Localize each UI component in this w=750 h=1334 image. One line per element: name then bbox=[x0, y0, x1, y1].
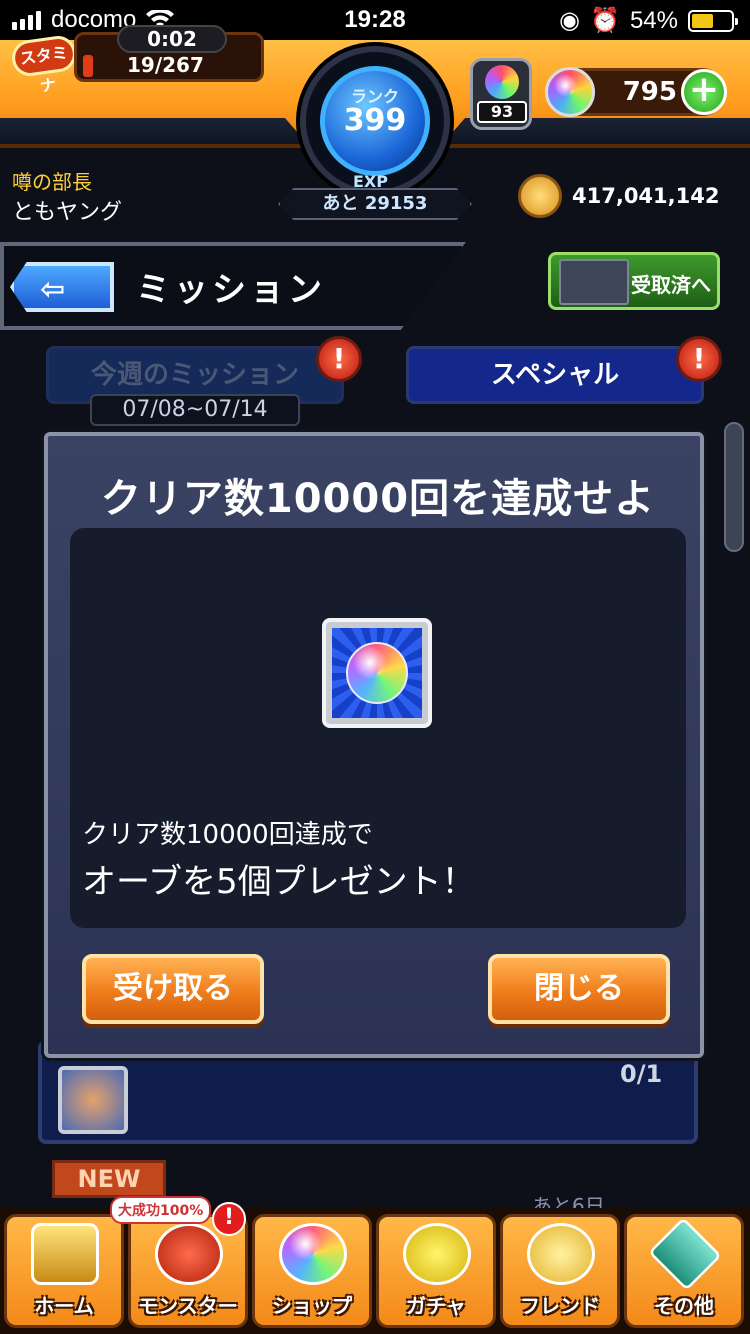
nav-other-label: その他 bbox=[654, 1294, 714, 1318]
other-icon bbox=[648, 1217, 722, 1291]
dialog-title: クリア数10000回を達成せよ bbox=[100, 476, 656, 522]
speed-orb-icon bbox=[485, 65, 519, 99]
friend-icon bbox=[527, 1223, 595, 1285]
mission-progress: 0/1 bbox=[620, 1060, 663, 1088]
add-orb-button[interactable]: + bbox=[681, 69, 727, 115]
stamina-bar bbox=[83, 55, 93, 77]
rank-orb: ランク 399 bbox=[320, 66, 430, 176]
book-icon bbox=[559, 259, 629, 305]
received-label: 受取済へ bbox=[631, 273, 711, 297]
reward-icon-frame bbox=[322, 618, 432, 728]
stamina-timer: 0:02 bbox=[117, 25, 227, 53]
tab-special[interactable]: スペシャル bbox=[406, 346, 704, 404]
nav-home-label: ホーム bbox=[34, 1294, 94, 1318]
scrollbar[interactable] bbox=[724, 422, 744, 552]
page-title: ミッション bbox=[136, 270, 326, 310]
home-icon bbox=[31, 1223, 99, 1285]
receive-button[interactable]: 受け取る bbox=[82, 954, 264, 1024]
speed-level: 93 bbox=[477, 101, 527, 123]
nav-friend-label: フレンド bbox=[520, 1294, 600, 1318]
date-range: 07/08~07/14 bbox=[90, 394, 300, 426]
dialog-reward-text: オーブを5個プレゼント！ bbox=[82, 862, 476, 902]
coin-icon bbox=[518, 174, 562, 218]
gacha-egg-icon bbox=[403, 1223, 471, 1285]
nav-shop[interactable]: ショップ bbox=[252, 1214, 372, 1328]
received-button[interactable]: 受取済へ bbox=[548, 252, 720, 310]
player-name: ともヤング bbox=[12, 200, 123, 225]
orb-icon bbox=[346, 642, 408, 704]
orb-icon bbox=[545, 67, 595, 117]
monster-icon bbox=[155, 1223, 223, 1285]
exp-remaining: あと 29153 bbox=[278, 188, 472, 220]
nav-home[interactable]: ホーム bbox=[4, 1214, 124, 1328]
dialog-description: クリア数10000回達成で bbox=[82, 820, 373, 850]
monster-alert-badge: ! bbox=[212, 1202, 246, 1236]
gold-amount: 417,041,142 bbox=[572, 184, 720, 208]
back-button[interactable]: ⇦ bbox=[10, 262, 114, 312]
nav-monster-label: モンスター bbox=[138, 1294, 238, 1318]
tab-special-alert-badge: ! bbox=[676, 336, 722, 382]
player-title: 噂の部長 bbox=[12, 170, 92, 194]
dialog-body: クリア数10000回達成で オーブを5個プレゼント！ bbox=[70, 528, 686, 928]
nav-gacha-label: ガチャ bbox=[406, 1294, 466, 1318]
nav-gacha[interactable]: ガチャ bbox=[376, 1214, 496, 1328]
mission-item-icon bbox=[58, 1066, 128, 1134]
rank-value: 399 bbox=[343, 103, 407, 138]
battery-icon bbox=[688, 9, 738, 32]
rotation-lock-icon: ◉ bbox=[559, 7, 581, 34]
stamina-box[interactable]: 0:02 19/267 bbox=[74, 25, 264, 82]
mission-dialog: クリア数10000回を達成せよ クリア数10000回達成で オーブを5個プレゼン… bbox=[44, 432, 704, 1058]
orb-count: 795 bbox=[622, 77, 677, 107]
stamina-value: 19/267 bbox=[127, 53, 204, 77]
close-button[interactable]: 閉じる bbox=[488, 954, 670, 1024]
back-arrow-icon: ⇦ bbox=[40, 272, 66, 307]
speed-gauge[interactable]: 93 bbox=[470, 58, 532, 130]
monster-success-badge: 大成功100% bbox=[110, 1196, 212, 1224]
alarm-icon: ⏰ bbox=[590, 7, 620, 34]
nav-other[interactable]: その他 bbox=[624, 1214, 744, 1328]
battery-percent: 54% bbox=[629, 6, 678, 34]
shop-orb-icon bbox=[279, 1223, 347, 1285]
tab-weekly-alert-badge: ! bbox=[316, 336, 362, 382]
nav-shop-label: ショップ bbox=[272, 1294, 352, 1318]
orb-counter[interactable]: 795 + bbox=[545, 67, 727, 117]
new-badge: NEW bbox=[52, 1160, 166, 1198]
nav-friend[interactable]: フレンド bbox=[500, 1214, 620, 1328]
bottom-nav: ホーム モンスター ショップ ガチャ フレンド その他 大成功100% ! bbox=[0, 1196, 750, 1334]
